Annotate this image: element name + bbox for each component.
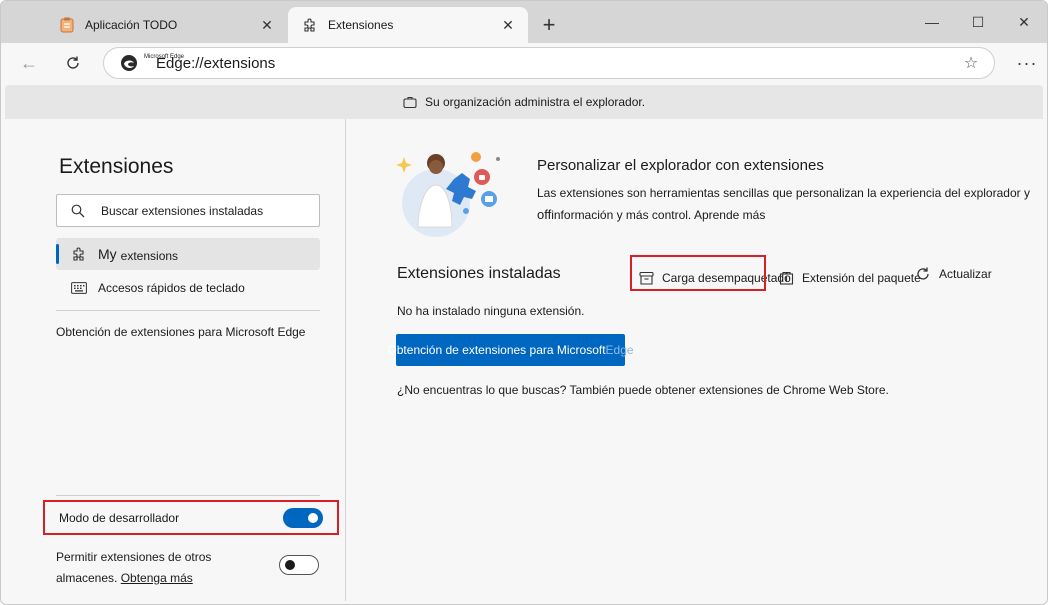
developer-mode-toggle[interactable]	[283, 508, 323, 528]
hero-title: Personalizar el explorador con extension…	[537, 157, 824, 174]
developer-mode-row: Modo de desarrollador	[43, 500, 339, 535]
maximize-button[interactable]: ☐	[955, 1, 1001, 43]
refresh-icon	[915, 266, 931, 282]
toolbar: ← Microsoft Edge Edge://extensions ☆ ···	[1, 43, 1047, 83]
puzzle-icon	[70, 245, 88, 263]
no-extensions-message: No ha instalado ninguna extensión.	[397, 304, 585, 318]
close-icon[interactable]: ✕	[498, 15, 518, 35]
browser-window: Aplicación TODO ✕ Extensiones ✕ + — ☐ ✕ …	[0, 0, 1048, 605]
get-extensions-button[interactable]: Obtención de extensiones para Microsoft E…	[387, 334, 634, 366]
tab-strip: Aplicación TODO ✕ Extensiones ✕ + — ☐ ✕	[1, 1, 1047, 43]
pack-extension-label: Extensión del paquete	[802, 271, 921, 285]
hero-description-line: Las extensiones son herramientas sencill…	[537, 186, 1030, 200]
developer-mode-label: Modo de desarrollador	[59, 510, 180, 525]
managed-banner: Su organización administra el explorador…	[5, 85, 1043, 119]
hero-description-fragment: off	[537, 207, 552, 222]
edge-logo-icon	[120, 54, 138, 72]
chrome-web-store-note: ¿No encuentras lo que buscas? También pu…	[397, 383, 889, 397]
update-label: Actualizar	[939, 267, 992, 281]
allow-other-stores-toggle[interactable]	[279, 555, 319, 575]
sidebar-item-sublabel: extensions	[120, 248, 179, 263]
search-input[interactable]: Buscar extensiones instaladas	[56, 194, 320, 227]
close-window-button[interactable]: ✕	[1001, 1, 1047, 43]
tab-title: Aplicación TODO	[85, 18, 178, 32]
get-extensions-button-label: Obtención de extensiones para Microsoft	[387, 343, 606, 357]
sidebar-item-label: Accesos rápidos de teclado	[98, 281, 245, 295]
update-button[interactable]: Actualizar	[915, 263, 992, 285]
allow-other-stores-text: Permitir extensiones de otros almacenes.…	[56, 547, 256, 589]
highlight-frame	[630, 255, 766, 291]
refresh-icon	[67, 56, 79, 69]
sidebar-divider	[56, 310, 320, 311]
minimize-button[interactable]: —	[909, 1, 955, 43]
sidebar-title: Extensiones	[59, 155, 174, 178]
managed-text: Su organización administra el explorador…	[424, 95, 646, 109]
toggle-knob	[285, 560, 295, 570]
keyboard-icon	[70, 279, 88, 297]
tab-extensions[interactable]: Extensiones ✕	[288, 7, 528, 43]
window-controls: — ☐ ✕	[909, 1, 1047, 43]
learn-more-link[interactable]: Obtenga más	[121, 571, 193, 585]
main-content: Personalizar el explorador con extension…	[346, 119, 1043, 601]
sidebar: Extensiones Buscar extensiones instalada…	[5, 119, 345, 601]
package-icon	[778, 270, 794, 286]
url-text: Edge://extensions	[156, 54, 276, 72]
favorite-star-icon[interactable]: ☆	[962, 54, 980, 72]
address-bar[interactable]: Microsoft Edge Edge://extensions ☆	[103, 47, 995, 79]
hero-description: Las extensiones son herramientas sencill…	[537, 183, 1037, 226]
search-icon	[71, 204, 85, 218]
toggle-knob	[308, 513, 318, 523]
search-placeholder: Buscar extensiones instaladas	[101, 203, 264, 218]
sidebar-item-keyboard-shortcuts[interactable]: Accesos rápidos de teclado	[56, 272, 320, 304]
installed-extensions-title: Extensiones instaladas	[397, 265, 561, 282]
sidebar-item-my-extensions[interactable]: My extensions	[56, 238, 320, 270]
hero-illustration	[396, 152, 500, 237]
tab-todo-app[interactable]: Aplicación TODO ✕	[45, 7, 287, 43]
hero-description-fragment: información y más control. Aprende más	[551, 208, 766, 222]
puzzle-icon	[302, 17, 318, 33]
notepad-icon	[59, 17, 75, 33]
settings-menu-button[interactable]: ···	[1013, 49, 1041, 77]
pack-extension-button[interactable]: Extensión del paquete	[778, 267, 921, 289]
get-extensions-button-label-faded: Edge	[605, 343, 634, 357]
new-tab-button[interactable]: +	[537, 12, 561, 37]
hero-description-line: offinformación y más control. Aprende má…	[537, 204, 1037, 226]
sidebar-item-label: My	[98, 246, 117, 262]
close-icon[interactable]: ✕	[257, 15, 277, 35]
sidebar-divider	[56, 495, 320, 496]
get-extensions-link[interactable]: Obtención de extensiones para Microsoft …	[56, 325, 305, 339]
refresh-button[interactable]	[59, 49, 87, 77]
briefcase-icon	[403, 95, 417, 109]
tab-title: Extensiones	[328, 18, 394, 32]
back-button[interactable]: ←	[15, 49, 43, 77]
